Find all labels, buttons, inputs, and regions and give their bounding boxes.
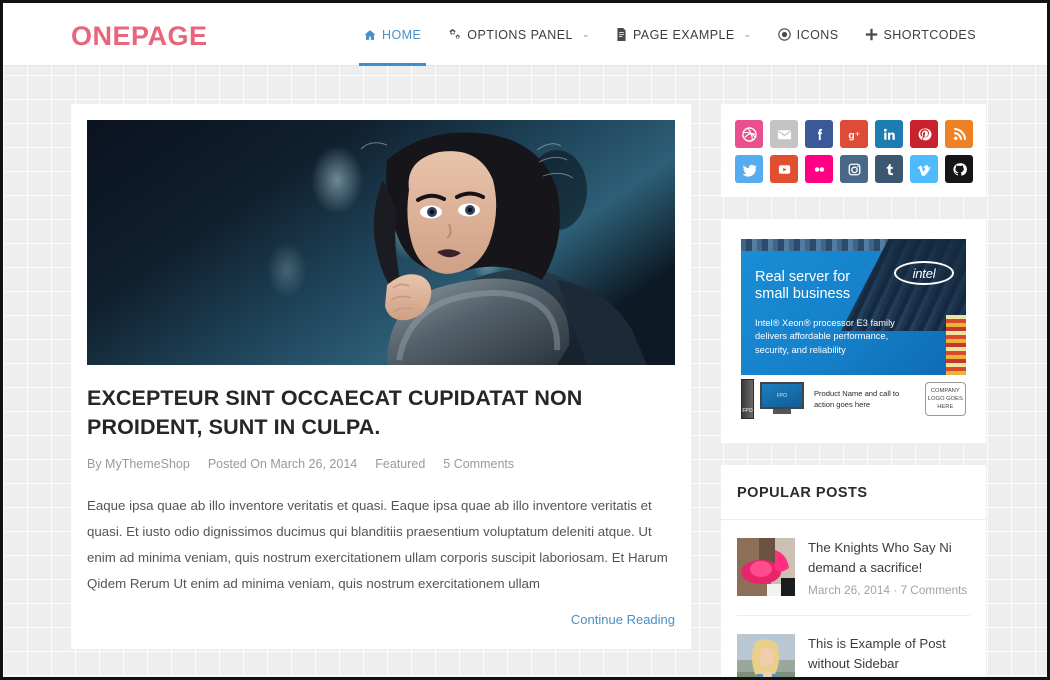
main-navigation: HOME OPTIONS PANEL ⌄ PAGE EXAMPLE ⌄ ICON… — [351, 3, 989, 66]
nav-item-page-example[interactable]: PAGE EXAMPLE ⌄ — [603, 3, 765, 66]
fpo-monitor-image: FPO — [759, 382, 804, 416]
chevron-down-icon: ⌄ — [743, 29, 752, 39]
ad-headline-line2: small business — [755, 286, 851, 303]
ad-circuit-chip — [946, 315, 966, 375]
ad-company-logo-placeholder: COMPANY LOGO GOES HERE — [924, 382, 966, 416]
intel-logo: intel — [894, 261, 954, 285]
popular-post-thumbnail[interactable] — [737, 538, 795, 596]
nav-label: SHORTCODES — [883, 27, 976, 42]
ad-product-text: Product Name and call to action goes her… — [813, 388, 900, 409]
site-header: ONEPAGE HOME OPTIONS PANEL ⌄ PAGE EXAMPL… — [3, 3, 1047, 66]
popular-post-item[interactable]: The Knights Who Say Ni demand a sacrific… — [737, 520, 970, 616]
fpo-tower-image: FPO — [741, 379, 754, 419]
github-icon[interactable] — [945, 155, 973, 183]
facebook-icon[interactable] — [805, 120, 833, 148]
article-meta: By MyThemeShop Posted On March 26, 2014 … — [87, 457, 675, 471]
nav-label: PAGE EXAMPLE — [632, 27, 735, 42]
tumblr-icon[interactable] — [875, 155, 903, 183]
article-title[interactable]: EXCEPTEUR SINT OCCAECAT CUPIDATAT NON PR… — [87, 384, 675, 441]
twitter-icon[interactable] — [735, 155, 763, 183]
intel-ad-banner[interactable]: intel Real server for small business Int… — [735, 233, 972, 429]
popular-posts-widget: POPULAR POSTS The Knights Who Say Ni dem… — [721, 465, 986, 677]
winter-portrait-photo — [87, 120, 675, 365]
envelope-icon[interactable] — [770, 120, 798, 148]
popular-post-item[interactable]: This is Example of Post without Sidebar … — [737, 616, 970, 677]
article-category[interactable]: Featured — [375, 457, 425, 471]
nav-item-home[interactable]: HOME — [351, 3, 434, 66]
page-container: EXCEPTEUR SINT OCCAECAT CUPIDATAT NON PR… — [3, 66, 1047, 677]
social-icons-grid: g + — [735, 120, 973, 183]
nav-item-shortcodes[interactable]: SHORTCODES — [852, 3, 989, 66]
fpo-monitor-screen: FPO — [759, 382, 804, 409]
flickr-icon[interactable] — [805, 155, 833, 183]
ad-top-panel: intel Real server for small business Int… — [741, 239, 966, 375]
popular-posts-title: POPULAR POSTS — [721, 465, 986, 520]
gears-icon — [447, 28, 461, 41]
article-comments[interactable]: 5 Comments — [443, 457, 514, 471]
advertisement-widget: intel Real server for small business Int… — [721, 219, 986, 443]
vimeo-icon[interactable] — [910, 155, 938, 183]
rss-icon[interactable] — [945, 120, 973, 148]
fpo-monitor-stand — [772, 409, 791, 414]
chevron-down-icon: ⌄ — [581, 29, 590, 39]
site-logo[interactable]: ONEPAGE — [71, 23, 208, 50]
home-icon — [364, 29, 376, 41]
continue-reading-link[interactable]: Continue Reading — [571, 612, 675, 627]
youtube-icon[interactable] — [770, 155, 798, 183]
googleplus-icon[interactable]: g + — [840, 120, 868, 148]
popular-post-title[interactable]: This is Example of Post without Sidebar — [808, 634, 970, 675]
popular-post-meta: March 26, 2014 · 7 Comments — [808, 582, 968, 597]
plus-icon — [865, 28, 878, 41]
svg-text:+: + — [854, 128, 859, 138]
ad-bottom-panel: FPO FPO Product Name and call to action … — [741, 375, 966, 423]
pink-hat-photo — [737, 538, 795, 596]
nav-label: ICONS — [796, 27, 839, 42]
popular-posts-list: The Knights Who Say Ni demand a sacrific… — [721, 520, 986, 677]
nav-label: HOME — [381, 27, 422, 42]
dribbble-icon[interactable] — [735, 120, 763, 148]
popular-post-title[interactable]: The Knights Who Say Ni demand a sacrific… — [808, 538, 970, 579]
file-icon — [616, 28, 627, 41]
sidebar: g + intel Real server for small business… — [721, 104, 986, 677]
article-card: EXCEPTEUR SINT OCCAECAT CUPIDATAT NON PR… — [71, 104, 691, 649]
nav-label: OPTIONS PANEL — [467, 27, 573, 42]
article-excerpt: Eaque ipsa quae ab illo inventore verita… — [87, 498, 668, 591]
article-author[interactable]: By MyThemeShop — [87, 457, 190, 471]
ad-headline: Real server for small business — [755, 269, 850, 303]
svg-text:g: g — [848, 130, 854, 141]
browser-viewport: ONEPAGE HOME OPTIONS PANEL ⌄ PAGE EXAMPL… — [0, 0, 1050, 680]
blonde-woman-photo — [737, 633, 795, 677]
nav-item-icons[interactable]: ICONS — [765, 3, 852, 66]
social-icons-widget: g + — [721, 104, 986, 197]
instagram-icon[interactable] — [840, 155, 868, 183]
popular-post-thumbnail[interactable] — [737, 633, 795, 677]
pinterest-icon[interactable] — [910, 120, 938, 148]
nav-item-options-panel[interactable]: OPTIONS PANEL ⌄ — [434, 3, 603, 66]
article-date: Posted On March 26, 2014 — [207, 457, 358, 472]
ad-subtext: Intel® Xeon® processor E3 family deliver… — [755, 318, 895, 355]
linkedin-icon[interactable] — [875, 120, 903, 148]
circle-target-icon — [777, 28, 791, 41]
article-featured-image[interactable] — [87, 120, 675, 365]
ad-headline-line1: Real server for — [755, 269, 851, 285]
main-content: EXCEPTEUR SINT OCCAECAT CUPIDATAT NON PR… — [71, 104, 691, 677]
